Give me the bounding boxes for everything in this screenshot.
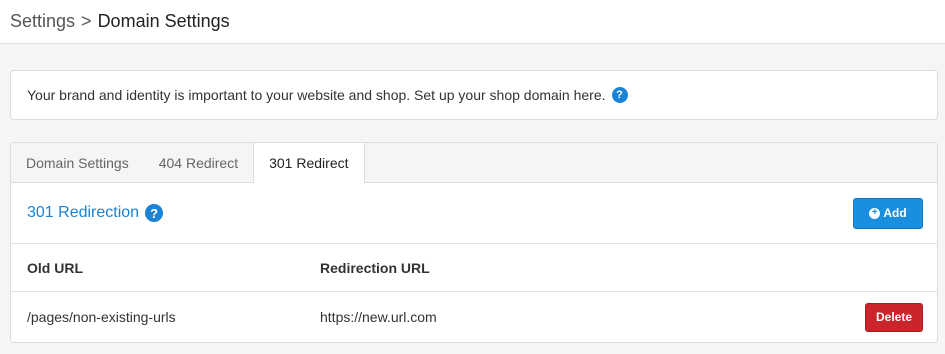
info-banner: Your brand and identity is important to … bbox=[10, 70, 938, 120]
tab-301-redirect[interactable]: 301 Redirect bbox=[253, 143, 365, 183]
section-title-text: 301 Redirection bbox=[27, 204, 140, 221]
breadcrumb-separator: > bbox=[81, 11, 92, 31]
plus-circle-icon: + bbox=[869, 207, 881, 219]
tab-domain-settings[interactable]: Domain Settings bbox=[11, 143, 144, 182]
question-circle-icon[interactable]: ? bbox=[145, 204, 164, 222]
question-circle-icon[interactable]: ? bbox=[611, 87, 628, 103]
tab-404-redirect[interactable]: 404 Redirect bbox=[144, 143, 253, 182]
old-url-cell: /pages/non-existing-urls bbox=[27, 309, 176, 325]
delete-button[interactable]: Delete bbox=[865, 302, 923, 332]
add-button-label: Add bbox=[883, 206, 907, 220]
table-header: Old URL Redirection URL bbox=[11, 244, 937, 292]
breadcrumb-current: Domain Settings bbox=[97, 11, 230, 31]
breadcrumb-settings[interactable]: Settings bbox=[10, 11, 75, 32]
info-text: Your brand and identity is important to … bbox=[27, 87, 606, 103]
section-header: 301 Redirection ? + Add bbox=[11, 183, 937, 244]
redirect-url-cell: https://new.url.com bbox=[320, 309, 437, 325]
add-redirect-button[interactable]: + Add bbox=[853, 197, 923, 229]
table-row: /pages/non-existing-urls https://new.url… bbox=[11, 292, 937, 342]
tab-bar: Domain Settings 404 Redirect 301 Redirec… bbox=[11, 143, 937, 183]
page-header: Settings > Domain Settings bbox=[0, 0, 945, 44]
column-header-old-url: Old URL bbox=[27, 259, 83, 276]
column-header-redirection-url: Redirection URL bbox=[320, 259, 430, 276]
action-cell: Delete bbox=[847, 302, 937, 332]
redirect-panel: Domain Settings 404 Redirect 301 Redirec… bbox=[10, 142, 938, 343]
section-title: 301 Redirection ? bbox=[27, 204, 164, 222]
